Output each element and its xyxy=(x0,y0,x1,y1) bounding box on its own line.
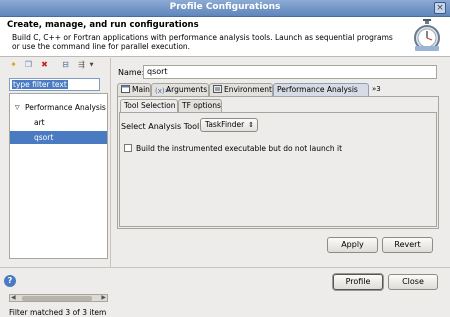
footer-separator xyxy=(0,267,450,268)
build-only-checkbox[interactable] xyxy=(124,144,132,152)
chevron-down-icon[interactable]: ▼ xyxy=(86,59,97,70)
header-title: Create, manage, and run configurations xyxy=(7,20,199,30)
tree-item-art[interactable]: art xyxy=(10,116,107,129)
analysis-tool-label: Select Analysis Tool: xyxy=(121,122,202,131)
updown-arrow-icon: ⇕ xyxy=(248,121,254,129)
tree-horizontal-scrollbar[interactable]: ◀ ▶ xyxy=(9,294,108,302)
tab-label: Main xyxy=(132,85,150,94)
configuration-tree: ▽ Performance Analysis art qsort xyxy=(9,93,108,259)
help-icon[interactable]: ? xyxy=(4,275,16,287)
tool-selection-panel: Select Analysis Tool: TaskFinder ⇕ Build… xyxy=(119,112,437,227)
main-tab-icon xyxy=(121,85,130,93)
tab-performance-analysis[interactable]: Performance Analysis xyxy=(273,83,369,96)
analysis-tool-value: TaskFinder xyxy=(205,120,245,129)
tab-label: Arguments xyxy=(166,85,208,94)
title-bar: Profile Configurations × xyxy=(0,0,450,17)
revert-button[interactable]: Revert xyxy=(382,237,433,253)
scroll-right-icon[interactable]: ▶ xyxy=(101,294,106,301)
filter-placeholder-text: type filter text xyxy=(12,80,68,89)
tab-label: Environment xyxy=(224,85,272,94)
build-only-label: Build the instrumented executable but do… xyxy=(136,144,343,153)
config-tabs: Main (x)=Arguments Environment Performan… xyxy=(117,83,439,96)
filter-input[interactable]: type filter text xyxy=(9,78,100,91)
tree-item-label: Performance Analysis xyxy=(25,103,106,112)
more-tabs-button[interactable]: »3 xyxy=(369,83,387,96)
window-close-button[interactable]: × xyxy=(434,2,446,14)
window-title: Profile Configurations xyxy=(169,2,281,12)
dialog-header: Create, manage, and run configurations B… xyxy=(0,17,450,57)
filter-status-text: Filter matched 3 of 3 item xyxy=(9,308,107,317)
duplicate-icon[interactable]: ❐ xyxy=(23,59,34,70)
configuration-list-pane: ✦ ❐ ✖ ⊟ ⇶ ▼ type filter text ▽ Performan… xyxy=(6,58,108,317)
stopwatch-icon xyxy=(414,19,440,51)
arguments-icon: (x)= xyxy=(155,87,171,95)
tree-item-performance-analysis[interactable]: ▽ Performance Analysis xyxy=(10,101,107,114)
tree-item-label: art xyxy=(34,118,45,127)
expand-arrow-icon[interactable]: ▽ xyxy=(15,101,20,114)
configuration-toolbar: ✦ ❐ ✖ ⊟ ⇶ ▼ xyxy=(6,58,108,72)
close-button[interactable]: Close xyxy=(388,274,438,290)
subtab-tf-options[interactable]: TF options xyxy=(178,99,222,112)
scrollbar-thumb[interactable] xyxy=(22,296,92,301)
tab-environment[interactable]: Environment xyxy=(209,83,273,96)
profile-button[interactable]: Profile xyxy=(333,274,383,290)
build-only-option[interactable]: Build the instrumented executable but do… xyxy=(124,144,342,153)
environment-icon xyxy=(213,85,222,93)
profile-configurations-window: Profile Configurations × Create, manage,… xyxy=(0,0,450,317)
name-label: Name: xyxy=(118,68,145,77)
name-input[interactable]: qsort xyxy=(143,65,437,79)
tree-item-label: qsort xyxy=(34,133,54,142)
performance-analysis-panel: Tool Selection TF options Select Analysi… xyxy=(117,96,439,229)
tree-item-qsort[interactable]: qsort xyxy=(10,131,107,144)
header-description: Build C, C++ or Fortran applications wit… xyxy=(12,33,393,51)
tab-arguments[interactable]: (x)=Arguments xyxy=(151,83,209,96)
apply-button[interactable]: Apply xyxy=(327,237,378,253)
subtab-tool-selection[interactable]: Tool Selection xyxy=(120,99,178,112)
analysis-tool-select[interactable]: TaskFinder ⇕ xyxy=(200,118,258,132)
scroll-left-icon[interactable]: ◀ xyxy=(11,294,16,301)
delete-icon[interactable]: ✖ xyxy=(39,59,50,70)
tab-main[interactable]: Main xyxy=(117,83,151,96)
new-config-icon[interactable]: ✦ xyxy=(8,59,19,70)
collapse-all-icon[interactable]: ⊟ xyxy=(60,59,71,70)
pane-splitter[interactable] xyxy=(110,58,112,268)
